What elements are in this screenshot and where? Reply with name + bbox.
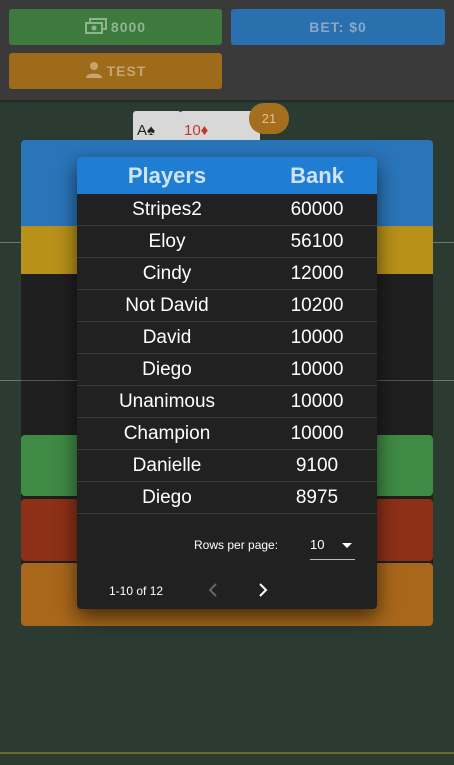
person-icon [85,61,107,82]
table-row: Cindy 12000 [77,258,377,290]
rows-per-page-value: 10 [310,537,325,552]
player-bank: 9100 [295,454,339,476]
table-row: Danielle 9100 [77,450,377,482]
hand-score-badge: 21 [249,103,289,134]
player-bank: 56100 [290,230,344,252]
column-header-players[interactable]: Players [77,163,257,189]
player-name: Not David [125,294,209,316]
bank-button[interactable]: 8000 [9,9,222,45]
player-name: Eloy [148,230,186,252]
user-label: TEST [106,63,147,79]
player-bank: 60000 [290,198,344,220]
previous-page-button[interactable] [203,581,223,601]
leaderboard-body: Stripes2 60000 Eloy 56100 Cindy 12000 No… [77,194,377,514]
player-bank: 10000 [290,390,344,412]
pagination-bar: 1-10 of 12 [77,577,377,605]
rows-per-page-label: Rows per page: [194,538,279,552]
leaderboard-header: Players Bank [77,157,377,194]
next-page-button[interactable] [253,581,273,601]
table-row: David 10000 [77,322,377,354]
table-row: Champion 10000 [77,418,377,450]
player-name: Danielle [132,454,202,476]
table-row: Diego 10000 [77,354,377,386]
rows-per-page-bar: Rows per page: 10 [77,529,377,563]
player-name: Diego [142,358,192,380]
table-row: Stripes2 60000 [77,194,377,226]
cash-icon [84,17,111,37]
player-bank: 12000 [290,262,344,284]
table-row: Not David 10200 [77,290,377,322]
table-row: Unanimous 10000 [77,386,377,418]
table-row: Diego 8975 [77,482,377,514]
rows-per-page-select[interactable]: 10 [310,533,355,560]
column-header-bank[interactable]: Bank [257,163,377,189]
player-name: David [142,326,192,348]
player-bank: 10000 [290,358,344,380]
player-name: Cindy [142,262,192,284]
user-button[interactable]: TEST [9,53,222,89]
chevron-left-icon [208,582,218,600]
chevron-right-icon [258,582,268,600]
player-name: Diego [142,486,192,508]
player-bank: 10000 [290,422,344,444]
top-bar: 8000 BET: $0 TEST [0,0,454,102]
player-name: Unanimous [118,390,216,412]
bet-button[interactable]: BET: $0 [231,9,445,45]
playing-card: A♠ [133,111,181,141]
player-name: Champion [123,422,211,444]
player-name: Stripes2 [132,198,202,220]
player-bank: 8975 [295,486,339,508]
player-bank: 10000 [290,326,344,348]
leaderboard-dialog: Players Bank Stripes2 60000 Eloy 56100 C… [77,157,377,609]
table-border [0,752,454,754]
bank-amount: 8000 [110,19,147,35]
table-row: Eloy 56100 [77,226,377,258]
caret-down-icon [342,543,352,548]
bet-label: BET: $0 [309,19,367,35]
pagination-range: 1-10 of 12 [109,584,164,598]
player-bank: 10200 [290,294,344,316]
playing-card: 10♦ [180,111,260,141]
